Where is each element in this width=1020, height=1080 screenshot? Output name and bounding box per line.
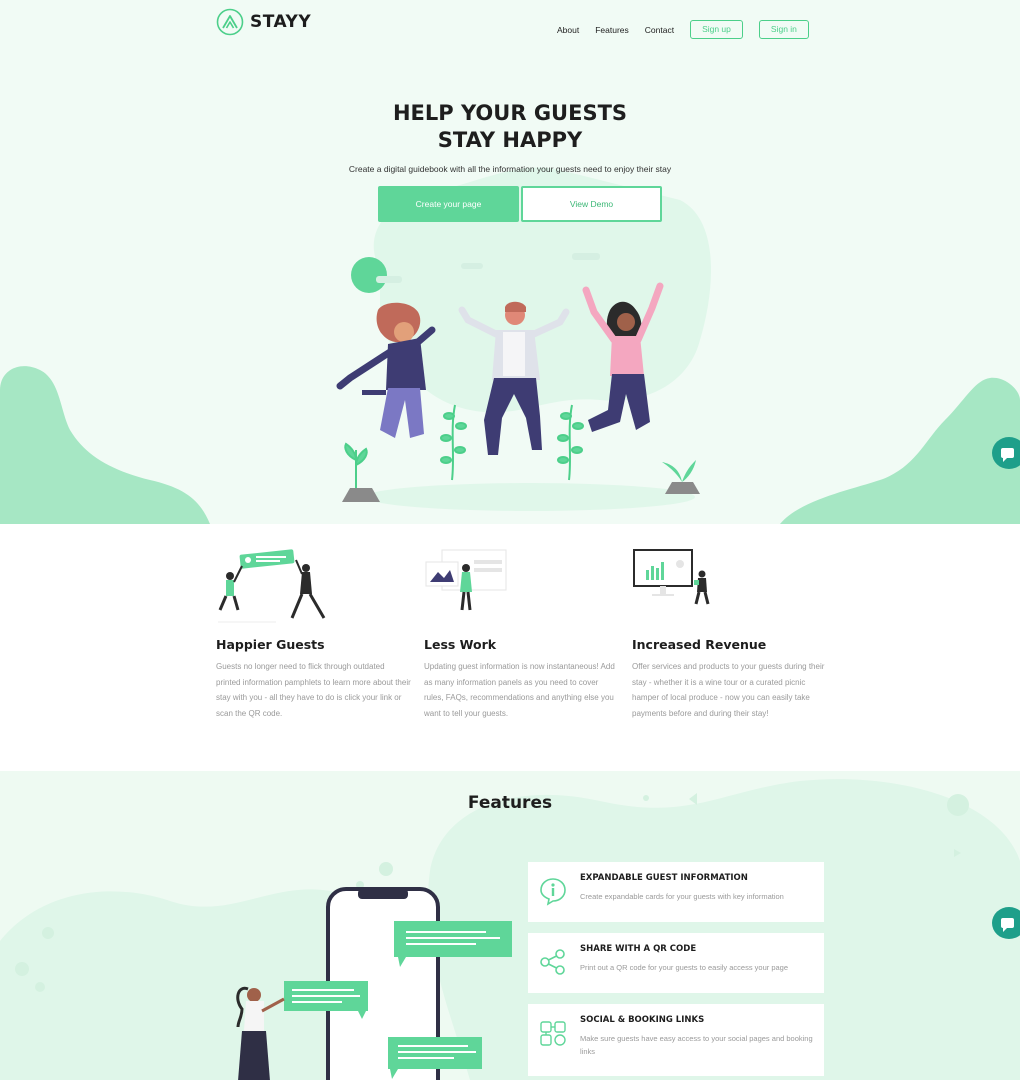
site-header: STAYY About Features Contact Sign up Sig… xyxy=(0,0,1020,60)
sun-shape xyxy=(351,257,387,293)
feature-title: SHARE WITH A QR CODE xyxy=(580,944,697,954)
benefit-text: Updating guest information is now instan… xyxy=(424,662,615,718)
feature-card-qr-code: SHARE WITH A QR CODE Print out a QR code… xyxy=(528,933,824,993)
feature-text: Print out a QR code for your guests to e… xyxy=(580,963,789,972)
chat-widget-button-secondary[interactable] xyxy=(992,907,1020,939)
benefit-title: Less Work xyxy=(424,637,497,652)
happier-guests-illustration xyxy=(218,549,326,623)
info-icon xyxy=(540,878,566,906)
feature-title: EXPANDABLE GUEST INFORMATION xyxy=(580,873,748,883)
plant-center-left xyxy=(440,404,467,481)
nav-link-features[interactable]: Features xyxy=(595,21,629,39)
benefit-text: Offer services and products to your gues… xyxy=(632,662,825,718)
view-demo-button[interactable]: View Demo xyxy=(521,186,662,222)
share-icon xyxy=(540,949,565,975)
social-links-icon xyxy=(540,1021,566,1046)
feature-text: Make sure guests have easy access to you… xyxy=(580,1034,813,1056)
ground-shadow-shape xyxy=(365,483,695,511)
benefits-section: Happier Guests Guests no longer need to … xyxy=(0,524,1020,771)
right-hill-shape xyxy=(780,377,1020,524)
hero-section: HELP YOUR GUESTS STAY HAPPY Create a dig… xyxy=(0,60,1020,524)
benefit-title: Happier Guests xyxy=(216,637,325,652)
main-nav: About Features Contact Sign up Sign in xyxy=(557,20,825,39)
sign-up-button[interactable]: Sign up xyxy=(690,20,743,39)
chat-icon xyxy=(1001,918,1014,932)
features-title: Features xyxy=(467,793,553,813)
logo-text: STAYY xyxy=(250,12,312,32)
hero-subtitle: Create a digital guidebook with all the … xyxy=(348,164,672,174)
plant-center-right xyxy=(557,404,584,481)
plant-left xyxy=(344,442,368,488)
increased-revenue-illustration xyxy=(633,549,710,605)
chat-widget-button[interactable] xyxy=(992,437,1020,469)
hero-title-line2: STAY HAPPY xyxy=(437,128,583,152)
phone-illustration xyxy=(236,887,512,1080)
features-section: Features EXPANDABLE GUEST INFORMATION Cr… xyxy=(0,771,1020,1080)
logo-mark-icon xyxy=(216,8,244,36)
plant-right xyxy=(662,460,696,482)
less-work-illustration xyxy=(425,549,507,611)
hero-title-line1: HELP YOUR GUESTS xyxy=(392,101,628,125)
benefit-text: Guests no longer need to flick through o… xyxy=(216,662,411,718)
feature-card-social-links: SOCIAL & BOOKING LINKS Make sure guests … xyxy=(528,1004,824,1076)
feature-text: Create expandable cards for your guests … xyxy=(580,892,784,901)
chat-icon xyxy=(1001,448,1014,462)
feature-card-guest-info: EXPANDABLE GUEST INFORMATION Create expa… xyxy=(528,862,824,922)
logo[interactable]: STAYY xyxy=(216,8,311,36)
left-hill-shape xyxy=(0,366,210,524)
create-page-button[interactable]: Create your page xyxy=(378,186,519,222)
jumping-person-left xyxy=(336,302,436,438)
benefit-title: Increased Revenue xyxy=(632,637,767,652)
feature-title: SOCIAL & BOOKING LINKS xyxy=(580,1015,705,1025)
nav-link-contact[interactable]: Contact xyxy=(645,21,674,39)
hero-title: HELP YOUR GUESTS STAY HAPPY xyxy=(0,100,1020,154)
nav-link-about[interactable]: About xyxy=(557,21,579,39)
sign-in-button[interactable]: Sign in xyxy=(758,20,809,39)
